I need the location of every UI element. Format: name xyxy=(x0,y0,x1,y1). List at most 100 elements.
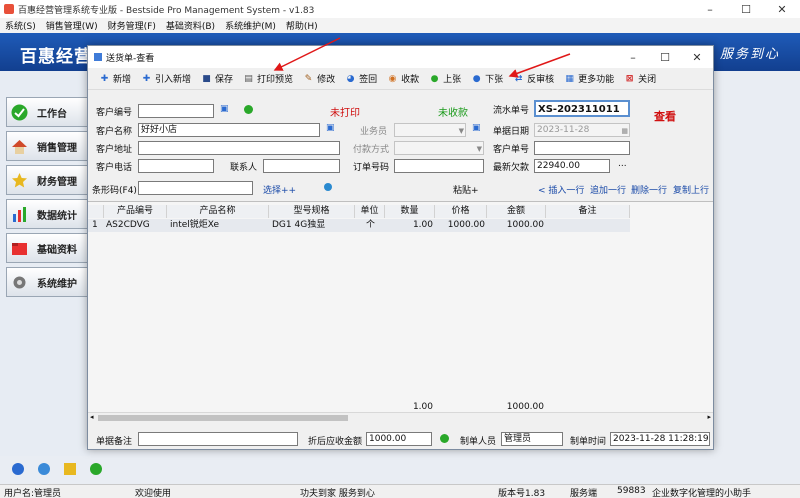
sidebar-item-workbench[interactable]: 工作台 xyxy=(6,97,90,127)
paste-more-link[interactable]: 粘贴+ xyxy=(453,183,479,196)
cell-unit[interactable]: 个 xyxy=(366,219,375,232)
grid-header-unit[interactable]: 单位 xyxy=(355,205,385,218)
customer-code-input[interactable] xyxy=(138,104,214,118)
barcode-input[interactable] xyxy=(138,181,253,195)
app-logo-icon xyxy=(4,4,14,14)
grid-header-note[interactable]: 备注 xyxy=(546,205,630,218)
sidebar-item-basic[interactable]: 基础资料 xyxy=(6,233,90,263)
sidebar-item-sales[interactable]: 销售管理 xyxy=(6,131,90,161)
dialog-window-controls: – ☐ ✕ xyxy=(617,46,713,68)
menu-basic[interactable]: 基础资料(B) xyxy=(161,19,220,32)
status-welcome: 欢迎使用 xyxy=(135,489,172,498)
dialog-icon xyxy=(94,53,102,61)
serial-input[interactable]: XS-202311011 xyxy=(534,100,630,117)
more-functions-button[interactable]: ▦ 更多功能 xyxy=(559,69,619,89)
date-picker[interactable]: 2023-11-28 ▦ xyxy=(534,123,630,137)
order-no-input[interactable] xyxy=(394,159,484,173)
sign-back-button[interactable]: ◕ 签回 xyxy=(340,69,382,89)
sidebar-item-maintenance[interactable]: 系统维护 xyxy=(6,267,90,297)
scroll-left-icon[interactable]: ◂ xyxy=(90,413,94,421)
next-record-button-label: 下张 xyxy=(485,75,504,85)
print-preview-button[interactable]: ▤ 打印预览 xyxy=(238,69,298,89)
statusbar: 用户名:管理员 欢迎使用 功夫到家 服务到心 版本号1.83 服务端 59883… xyxy=(0,484,800,498)
user-icon[interactable] xyxy=(12,463,24,475)
cell-name[interactable]: intel锐炬Xe xyxy=(170,219,219,232)
more-dots-button[interactable]: ... xyxy=(618,159,627,169)
menu-help[interactable]: 帮助(H) xyxy=(281,19,323,32)
star-icon xyxy=(12,173,27,188)
maximize-icon[interactable]: ☐ xyxy=(728,0,764,18)
grid-header-code[interactable]: 产品编号 xyxy=(104,205,167,218)
customer-addr-input[interactable] xyxy=(138,141,340,155)
latest-debt-input: 22940.00 xyxy=(534,159,610,173)
close-icon: ⊠ xyxy=(625,73,634,84)
grid-header-amount[interactable]: 金额 xyxy=(487,205,546,218)
prev-record-button[interactable]: ● 上张 xyxy=(424,69,466,89)
pay-method-select[interactable]: ▼ xyxy=(394,141,484,155)
dialog-toolbar: ✚ 新增 ✚ 引入新增 ■ 保存 ▤ 打印预览 ✎ 修改 ◕ 签回 ◉ 收款 ● 上张 ● 下张 … xyxy=(88,68,713,90)
grid-horizontal-scrollbar[interactable]: ◂ ▸ xyxy=(88,412,713,423)
sidebar-item-label: 数据统计 xyxy=(37,210,77,222)
globe-icon[interactable] xyxy=(324,183,332,191)
order-no-label: 订单号码 xyxy=(353,163,390,173)
select-more-link[interactable]: 选择++ xyxy=(263,183,296,196)
copy-row-link[interactable]: 复制上行 xyxy=(673,183,709,196)
dialog-minimize-icon[interactable]: – xyxy=(617,46,649,68)
edit-button[interactable]: ✎ 修改 xyxy=(298,69,340,89)
grid-header-qty[interactable]: 数量 xyxy=(385,205,435,218)
next-record-button[interactable]: ● 下张 xyxy=(466,69,508,89)
cell-price[interactable]: 1000.00 xyxy=(435,219,487,232)
refresh-icon[interactable] xyxy=(244,105,253,114)
new-button[interactable]: ✚ 新增 xyxy=(94,69,136,89)
grid-header-name[interactable]: 产品名称 xyxy=(167,205,269,218)
insert-row-label: 插入一行 xyxy=(548,186,585,196)
sidebar-item-finance[interactable]: 财务管理 xyxy=(6,165,90,195)
customer-name-input[interactable]: 好好小店 xyxy=(138,123,320,137)
menu-maintenance[interactable]: 系统维护(M) xyxy=(220,19,281,32)
cell-code[interactable]: AS2CDVG xyxy=(106,219,150,232)
picture-icon[interactable] xyxy=(64,463,76,475)
close-button[interactable]: ⊠ 关闭 xyxy=(619,69,661,89)
dialog-maximize-icon[interactable]: ☐ xyxy=(649,46,681,68)
discount-amount-input[interactable]: 1000.00 xyxy=(366,432,432,446)
salesman-lookup-icon[interactable]: ▣ xyxy=(472,123,481,133)
cust-doc-input[interactable] xyxy=(534,141,630,155)
sidebar-item-label: 工作台 xyxy=(37,108,67,120)
grid-header-price[interactable]: 价格 xyxy=(435,205,487,218)
save-button[interactable]: ■ 保存 xyxy=(196,69,238,89)
scroll-thumb[interactable] xyxy=(98,415,348,421)
pay-method-label: 付款方式 xyxy=(353,145,390,155)
scroll-right-icon[interactable]: ▸ xyxy=(707,413,711,421)
customer-lookup-icon[interactable]: ▣ xyxy=(326,123,335,133)
menu-finance[interactable]: 财务管理(F) xyxy=(103,19,161,32)
unaudit-button[interactable]: ⇄ 反审核 xyxy=(508,69,559,89)
menu-system[interactable]: 系统(S) xyxy=(0,19,41,32)
receive-payment-button[interactable]: ◉ 收款 xyxy=(382,69,424,89)
save-button-label: 保存 xyxy=(215,75,234,85)
barcode-label: 条形码(F4) xyxy=(92,186,137,196)
lookup-icon[interactable]: ▣ xyxy=(220,104,229,114)
salesman-select[interactable]: ▼ xyxy=(394,123,466,137)
sidebar-item-stats[interactable]: 数据统计 xyxy=(6,199,90,229)
cell-amount[interactable]: 1000.00 xyxy=(487,219,546,232)
grid-header-spec[interactable]: 型号规格 xyxy=(269,205,355,218)
new-button-label: 新增 xyxy=(113,75,132,85)
menu-sales[interactable]: 销售管理(W) xyxy=(41,19,103,32)
append-row-link[interactable]: 追加一行 xyxy=(590,183,626,196)
import-new-button[interactable]: ✚ 引入新增 xyxy=(136,69,196,89)
dialog-close-icon[interactable]: ✕ xyxy=(681,46,713,68)
insert-row-link[interactable]: < 插入一行 xyxy=(538,183,584,196)
help-icon[interactable] xyxy=(38,463,50,475)
cell-spec[interactable]: DG1 4G独显 xyxy=(272,219,325,232)
close-button-label: 关闭 xyxy=(638,75,657,85)
customer-phone-input[interactable] xyxy=(138,159,214,173)
delete-row-link[interactable]: 删除一行 xyxy=(631,183,667,196)
exit-icon[interactable] xyxy=(90,463,102,475)
memo-input[interactable] xyxy=(138,432,298,446)
contact-input[interactable] xyxy=(263,159,340,173)
status-tagline: 企业数字化管理的小助手 xyxy=(652,489,752,498)
cell-qty[interactable]: 1.00 xyxy=(385,219,435,232)
more-functions-button-label: 更多功能 xyxy=(578,75,615,85)
close-app-icon[interactable]: ✕ xyxy=(764,0,800,18)
minimize-icon[interactable]: – xyxy=(692,0,728,18)
